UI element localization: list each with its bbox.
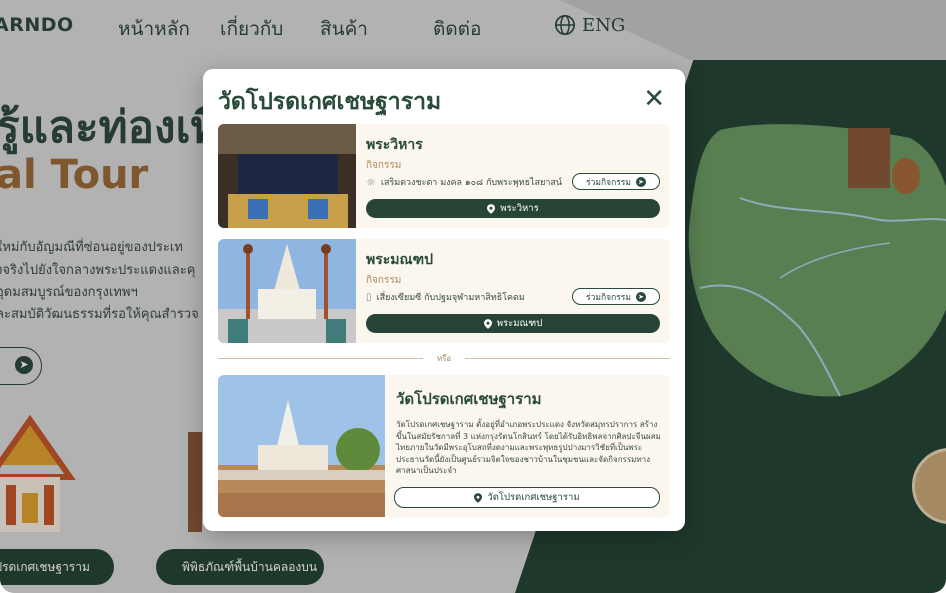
mandapa-photo <box>218 239 356 343</box>
location-button[interactable]: พระมณฑป <box>366 314 660 333</box>
close-icon[interactable]: ✕ <box>643 86 665 112</box>
card-description-text: เสี่ยงเซียมซี กับปฐมจุฬามหาสิทธิโคดม <box>376 293 525 303</box>
fortune-stick-icon: ▯ <box>366 291 372 303</box>
location-label: พระวิหาร <box>500 203 539 214</box>
card-description: ▯ เสี่ยงเซียมซี กับปฐมจุฬามหาสิทธิโคดม <box>366 290 525 304</box>
location-pin-icon <box>474 492 483 503</box>
temple-location-label: วัดโปรดเกศเชษฐาราม <box>487 492 580 503</box>
temple-description: วัดโปรดเกศเชษฐาราม ตั้งอยู่ที่อำเภอพระปร… <box>396 420 661 475</box>
divider-line <box>218 358 423 359</box>
join-activity-label: ร่วมกิจกรรม <box>586 292 631 303</box>
divider-label: หรือ <box>436 354 452 363</box>
temple-modal: วัดโปรดเกศเชษฐาราม ✕ พระวิหาร กิจกรรม ☼ … <box>203 69 685 531</box>
divider-line <box>465 358 670 359</box>
join-activity-button[interactable]: ร่วมกิจกรรม ➤ <box>572 288 660 305</box>
arrow-right-icon: ➤ <box>635 291 646 302</box>
card-title: พระมณฑป <box>366 252 433 268</box>
location-button[interactable]: พระวิหาร <box>366 199 660 218</box>
temple-title: วัดโปรดเกศเชษฐาราม <box>396 390 542 408</box>
activity-card: พระมณฑป กิจกรรม ▯ เสี่ยงเซียมซี กับปฐมจุ… <box>218 239 670 343</box>
modal-title: วัดโปรดเกศเชษฐาราม <box>218 89 442 115</box>
arrow-right-icon: ➤ <box>635 176 646 187</box>
or-divider: หรือ <box>218 354 670 363</box>
temple-location-button[interactable]: วัดโปรดเกศเชษฐาราม <box>394 487 660 508</box>
join-activity-label: ร่วมกิจกรรม <box>586 177 631 188</box>
card-description: ☼ เสริมดวงชะตา มงคล ๑๐๘ กับพระพุทธไสยาสน… <box>366 175 562 189</box>
card-title: พระวิหาร <box>366 137 423 153</box>
location-label: พระมณฑป <box>496 318 543 329</box>
page-frame: ARNDO หน้าหลัก เกี่ยวกับ สินค้า ติดต่อ E… <box>0 0 946 593</box>
temple-photo <box>218 375 385 517</box>
activity-card: พระวิหาร กิจกรรม ☼ เสริมดวงชะตา มงคล ๑๐๘… <box>218 124 670 228</box>
vihara-photo <box>218 124 356 228</box>
join-activity-button[interactable]: ร่วมกิจกรรม ➤ <box>572 173 660 190</box>
location-pin-icon <box>483 318 492 329</box>
card-type: กิจกรรม <box>366 275 402 286</box>
card-type: กิจกรรม <box>366 160 402 171</box>
temple-info-card: วัดโปรดเกศเชษฐาราม วัดโปรดเกศเชษฐาราม ตั… <box>218 375 670 517</box>
card-description-text: เสริมดวงชะตา มงคล ๑๐๘ กับพระพุทธไสยาสน์ <box>380 178 563 188</box>
sun-icon: ☼ <box>366 175 376 189</box>
location-pin-icon <box>487 203 496 214</box>
